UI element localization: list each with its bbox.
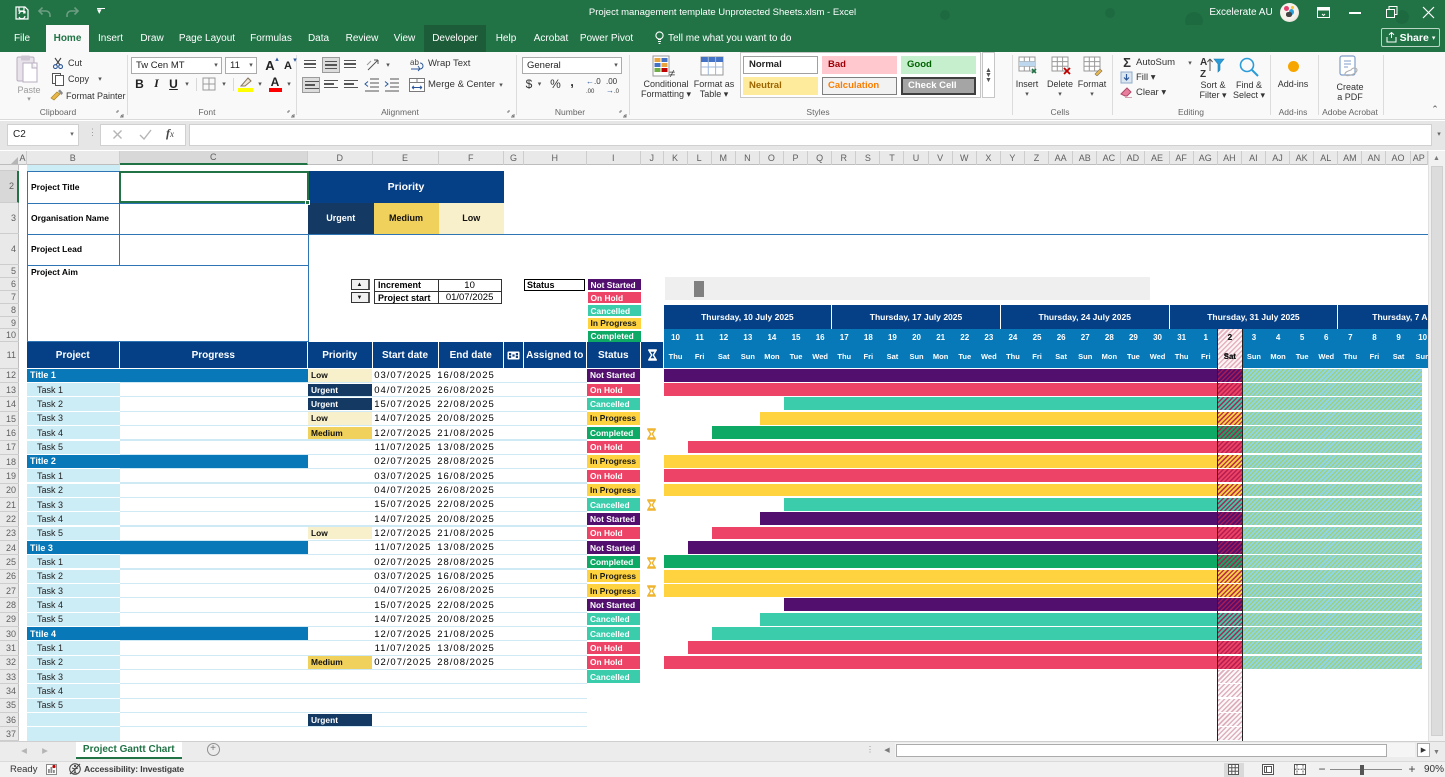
svg-text:Z: Z	[1200, 69, 1206, 79]
svg-text:A: A	[1200, 57, 1207, 68]
svg-text:ab: ab	[410, 58, 419, 67]
svg-text:≠: ≠	[669, 68, 675, 79]
